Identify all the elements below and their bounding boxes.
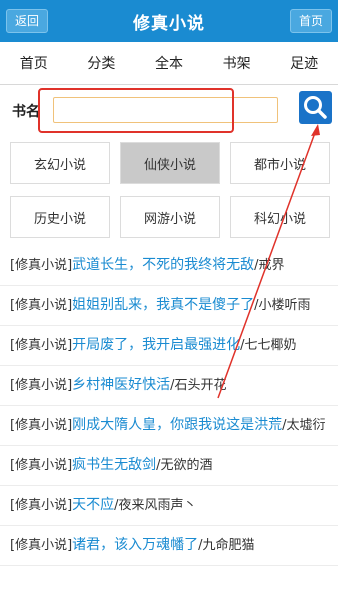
item-tag[interactable]: [修真小说] — [10, 458, 72, 473]
nav-home[interactable]: 首页 — [14, 53, 54, 73]
search-label: 书名 — [12, 104, 40, 120]
list-item: [修真小说]诸君，该入万魂幡了/九命肥猫 — [0, 526, 338, 566]
book-list: [修真小说]武道长生，不死的我终将无敌/戒界 [修真小说]姐姐别乱来，我真不是傻… — [0, 246, 338, 566]
category-xianxia[interactable]: 仙侠小说 — [120, 142, 220, 184]
list-item: [修真小说]开局废了，我开启最强进化/七七椰奶 — [0, 326, 338, 366]
item-tag[interactable]: [修真小说] — [10, 538, 72, 553]
category-grid: 玄幻小说 仙侠小说 都市小说 历史小说 网游小说 科幻小说 — [10, 142, 330, 238]
nav-bookshelf[interactable]: 书架 — [217, 53, 257, 73]
item-tag[interactable]: [修真小说] — [10, 378, 72, 393]
item-author: /石头开花 — [170, 378, 227, 393]
search-icon — [304, 96, 327, 119]
item-author: /戒界 — [254, 258, 285, 273]
item-tag[interactable]: [修真小说] — [10, 298, 72, 313]
list-item: [修真小说]刚成大隋人皇，你跟我说这是洪荒/太墟衍 — [0, 406, 338, 446]
list-item: [修真小说]天不应/夜来风雨声丶 — [0, 486, 338, 526]
category-lishi[interactable]: 历史小说 — [10, 196, 110, 238]
back-button[interactable]: 返回 — [6, 9, 49, 33]
category-wangyou[interactable]: 网游小说 — [120, 196, 220, 238]
category-kehuan[interactable]: 科幻小说 — [230, 196, 330, 238]
search-button[interactable] — [299, 91, 332, 124]
list-item: [修真小说]武道长生，不死的我终将无敌/戒界 — [0, 246, 338, 286]
item-author: /九命肥猫 — [198, 538, 255, 553]
item-author: /无欲的酒 — [156, 458, 213, 473]
top-nav: 首页 分类 全本 书架 足迹 — [0, 42, 338, 85]
item-title[interactable]: 武道长生，不死的我终将无敌 — [72, 257, 254, 273]
list-item: [修真小说]疯书生无敌剑/无欲的酒 — [0, 446, 338, 486]
item-title[interactable]: 诸君，该入万魂幡了 — [72, 537, 198, 553]
item-author: /小楼听雨 — [254, 298, 311, 313]
item-title[interactable]: 姐姐别乱来，我真不是傻子了 — [72, 297, 254, 313]
item-author: /太墟衍 — [282, 418, 326, 433]
item-author: /夜来风雨声丶 — [114, 498, 197, 513]
item-tag[interactable]: [修真小说] — [10, 258, 72, 273]
list-item: [修真小说]乡村神医好快活/石头开花 — [0, 366, 338, 406]
item-title[interactable]: 开局废了，我开启最强进化 — [72, 337, 240, 353]
item-tag[interactable]: [修真小说] — [10, 418, 72, 433]
category-xuanhuan[interactable]: 玄幻小说 — [10, 142, 110, 184]
home-button[interactable]: 首页 — [289, 9, 332, 33]
annotation-highlight-box — [38, 88, 234, 133]
app-header: 返回 修真小说 首页 — [0, 0, 338, 42]
nav-category[interactable]: 分类 — [81, 53, 121, 73]
item-author: /七七椰奶 — [240, 338, 297, 353]
item-title[interactable]: 刚成大隋人皇，你跟我说这是洪荒 — [72, 417, 282, 433]
item-title[interactable]: 天不应 — [72, 497, 114, 513]
list-item: [修真小说]姐姐别乱来，我真不是傻子了/小楼听雨 — [0, 286, 338, 326]
page-title: 修真小说 — [133, 13, 205, 34]
item-tag[interactable]: [修真小说] — [10, 338, 72, 353]
item-title[interactable]: 疯书生无敌剑 — [72, 457, 156, 473]
item-title[interactable]: 乡村神医好快活 — [72, 377, 170, 393]
item-tag[interactable]: [修真小说] — [10, 498, 72, 513]
category-dushi[interactable]: 都市小说 — [230, 142, 330, 184]
nav-history[interactable]: 足迹 — [284, 53, 324, 73]
nav-complete[interactable]: 全本 — [149, 53, 189, 73]
